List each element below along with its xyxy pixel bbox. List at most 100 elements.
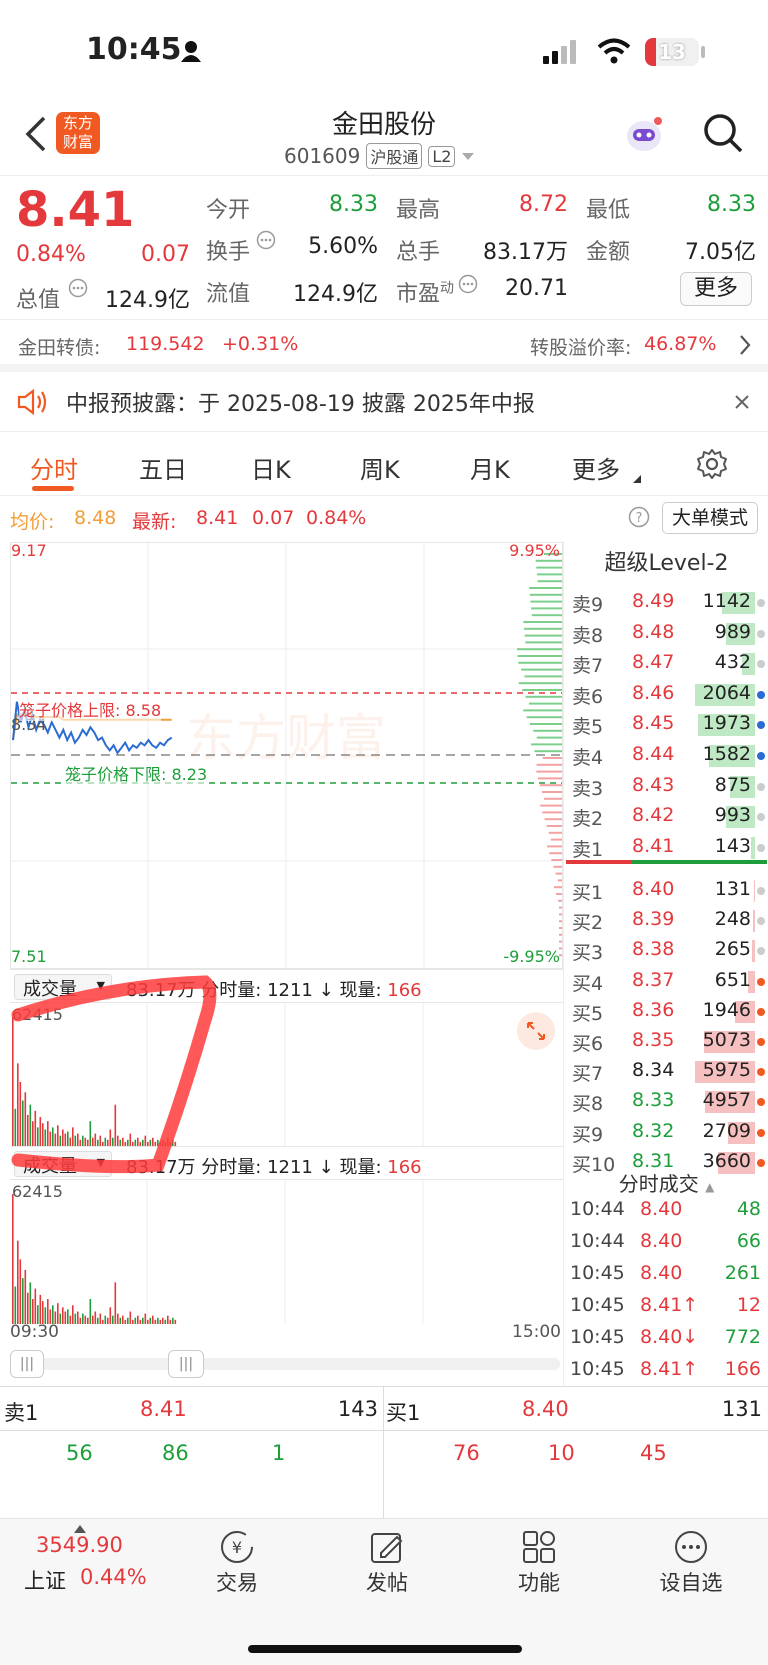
time-and-sales[interactable]: 分时成交 ▲ 10:44 8.40 48 10:44 8.40 66 10:45 8.40 26… [563,1164,768,1386]
expand-icon[interactable] [516,1011,556,1051]
depth-bar [518,661,562,664]
range-scrollbar[interactable] [12,1358,560,1370]
tick-price: 8.40 [640,1198,683,1220]
order-volume: 1946 [702,998,751,1021]
index-widget[interactable]: 3549.90 上证 0.44% [10,1519,160,1609]
depth-bar [535,559,562,562]
volume-selector-1[interactable]: 成交量 ▼ [14,974,112,1000]
buy-order-row[interactable]: 买2 8.39 248 [564,906,768,936]
buy-order-row[interactable]: 买7 8.34 5975 [564,1057,768,1087]
volume-bar [52,1127,54,1146]
sell-order-row[interactable]: 卖9 8.49 1142 [564,588,768,618]
order-level-label: 买4 [572,972,604,995]
more-button[interactable]: 更多 [680,272,752,306]
back-icon[interactable] [24,116,48,152]
buy-order-row[interactable]: 买8 8.33 4957 [564,1087,768,1117]
buy-order-row[interactable]: 买3 8.38 265 [564,936,768,966]
volume-header-1: 成交量 ▼ 83.17万 分时量: 1211 ↓ 现量: 166 [10,969,563,1003]
sell-order-row[interactable]: 卖4 8.44 1582 [564,741,768,771]
robot-assistant-icon[interactable] [622,112,666,156]
depth-bar [544,797,562,800]
volume-bar [17,1063,19,1146]
volume-bar [104,1137,107,1146]
volume-panel-1[interactable]: 成交量 ▼ 83.17万 分时量: 1211 ↓ 现量: 166 62415 [10,969,563,1146]
depth-bar [524,634,562,637]
volume-bar [12,1194,14,1324]
volume-bar [99,1135,102,1146]
indicator-row: 均价: 8.48 最新: 8.41 0.07 0.84% ? 大单模式 [0,496,768,540]
max-percent-label: 9.95% [509,541,560,560]
stock-code-row[interactable]: 601609 沪股通 L2 [284,142,475,170]
post-label: 发帖 [366,1571,408,1595]
quote-panel: 8.41 0.84% 0.07 总值 124.9亿 今开 8.33 换手 5.6… [0,176,768,320]
notice-bar[interactable]: 中报预披露：于 2025-08-19 披露 2025年中报 [0,372,768,432]
sell-order-row[interactable]: 卖8 8.48 989 [564,619,768,649]
sell-order-row[interactable]: 卖5 8.45 1973 [564,710,768,740]
sell-order-row[interactable]: 卖3 8.43 875 [564,772,768,802]
volume-selector-2[interactable]: 成交量 ▼ [14,1151,112,1177]
depth-bar [539,784,562,787]
post-button[interactable]: 发帖 [332,1529,442,1597]
settings-gear-icon[interactable] [696,448,728,480]
cage-lower-label: 笼子价格下限: 8.23 [65,761,208,785]
sell-order-row[interactable]: 卖1 8.41 143 [564,833,768,863]
tick-row: 10:44 8.40 48 [564,1198,768,1228]
latest-change: 0.07 [252,507,295,529]
trade-icon: ¥ [221,1531,253,1563]
buy-order-row[interactable]: 买1 8.40 131 [564,876,768,906]
buy-order-row[interactable]: 买5 8.36 1946 [564,997,768,1027]
close-icon[interactable] [734,394,750,410]
turnover-info-icon[interactable] [256,230,276,250]
order-price: 8.39 [632,908,675,931]
range-handle-left[interactable]: ||| [10,1350,44,1378]
tab-monthly-k[interactable]: 月K [470,450,510,485]
app-logo[interactable]: 东方 财富 [56,112,100,154]
convertible-bond-row[interactable]: 金田转债: 119.542 +0.31% 转股溢价率: 46.87% [0,320,768,372]
tab-weekly-k[interactable]: 周K [360,450,400,485]
range-handle-right[interactable]: ||| [168,1350,204,1378]
tick-time: 10:44 [570,1198,625,1220]
pe-info-icon[interactable] [458,274,478,294]
order-book: 超级Level-2 卖9 8.49 1142 卖8 8.48 989 卖7 8.47 432 卖6… [563,542,768,1176]
volume-bar [47,1299,49,1324]
volume-info-1: 83.17万 分时量: 1211 ↓ 现量: 166 [126,980,422,1001]
tab-five-day[interactable]: 五日 [139,450,187,485]
big-order-mode-button[interactable]: 大单模式 [662,502,758,534]
level2-badge: L2 [428,145,456,167]
depth-bar [559,933,562,936]
volume-bar [19,1259,22,1324]
tick-row: 10:45 8.41↑ 12 [564,1294,768,1324]
tick-price: 8.41↑ [640,1358,699,1380]
buy-order-row[interactable]: 买9 8.32 2709 [564,1118,768,1148]
float-label: 流值 [206,282,251,307]
order-volume: 2709 [702,1119,751,1142]
buy-order-row[interactable]: 买6 8.35 5073 [564,1027,768,1057]
sell-order-row[interactable]: 卖2 8.42 993 [564,802,768,832]
help-icon[interactable]: ? [628,506,650,528]
trade-button[interactable]: ¥ 交易 [182,1529,292,1597]
volume-bar [12,1017,14,1146]
index-name: 上证 [24,1569,66,1593]
tab-intraday[interactable]: 分时 [30,450,78,485]
search-icon[interactable] [702,112,744,154]
buy-order-row[interactable]: 买4 8.37 651 [564,967,768,997]
depth-bar [547,845,562,848]
volume-bar [57,1303,59,1324]
pe-label: 市盈动 [396,280,455,307]
volume-bar [109,1129,112,1146]
volume-bar [34,1110,37,1146]
volume-panel-2[interactable]: 成交量 ▼ 83.17万 分时量: 1211 ↓ 现量: 166 62415 [10,1146,563,1324]
add-watchlist-button[interactable]: 设自选 [636,1529,746,1597]
depth-bar [556,893,562,895]
volume-bar [19,1081,22,1146]
intraday-chart[interactable]: 东方财富 9.17 9.95% 7.51 -9.95% 8.34 笼子价格上限:… [10,541,563,969]
order-dot-icon [757,721,765,730]
order-volume: 5975 [702,1059,751,1082]
tick-volume: 66 [736,1230,761,1252]
info-icon[interactable] [68,278,88,298]
sell-order-row[interactable]: 卖7 8.47 432 [564,649,768,679]
tab-more[interactable]: 更多 [572,450,620,485]
sell-order-row[interactable]: 卖6 8.46 2064 [564,680,768,710]
tab-daily-k[interactable]: 日K [251,450,291,485]
functions-button[interactable]: 功能 [484,1529,594,1597]
